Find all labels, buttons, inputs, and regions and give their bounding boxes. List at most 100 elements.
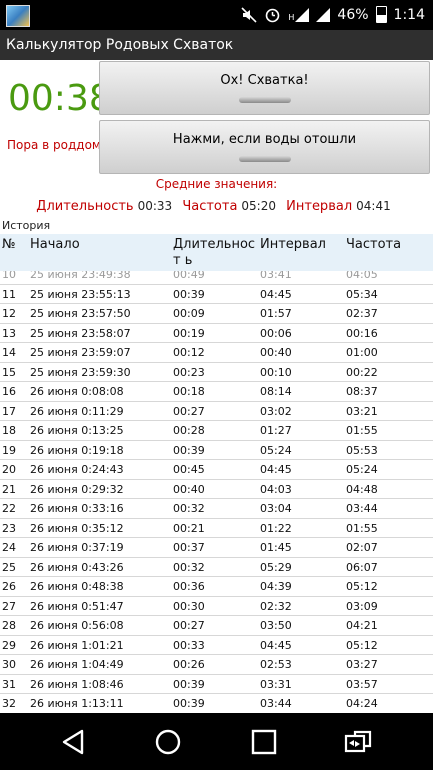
recents-icon[interactable] [249,727,279,757]
avg-frequency-value: 05:20 [241,199,276,213]
status-bar: H 46% 1:14 [0,0,433,30]
row-duration: 00:32 [173,502,205,515]
row-number: 21 [2,482,16,496]
table-row: 17 26 июня 0:11:29 00:27 03:02 03:21 [0,402,433,421]
row-duration: 00:27 [173,404,205,418]
row-start: 26 июня 0:35:12 [30,521,124,535]
row-interval: 02:32 [260,599,292,613]
table-row: 19 26 июня 0:19:18 00:39 05:24 05:53 [0,441,433,460]
row-frequency: 01:55 [346,424,378,437]
row-number: 12 [2,307,16,320]
row-start: 26 июня 0:51:47 [30,599,124,613]
row-interval: 04:45 [260,287,292,301]
row-start: 26 июня 0:29:32 [30,482,124,496]
table-row: 14 25 июня 23:59:07 00:12 00:40 01:00 [0,343,433,363]
row-start: 26 июня 0:48:38 [30,580,124,593]
row-number: 16 [2,385,16,398]
table-row: 31 26 июня 1:08:46 00:39 03:31 03:57 [0,675,433,694]
column-header-duration: Длительност ь [173,237,256,268]
row-start: 26 июня 1:08:46 [30,677,124,691]
row-frequency: 05:53 [346,443,378,457]
row-start: 26 июня 1:01:21 [30,638,124,652]
row-interval: 01:57 [260,307,292,320]
row-duration: 00:23 [173,365,205,379]
row-duration: 00:09 [173,307,205,320]
row-interval: 05:24 [260,443,292,457]
row-number: 30 [2,658,16,671]
row-interval: 00:40 [260,346,292,359]
row-frequency: 04:48 [346,482,378,496]
history-table-body[interactable]: 10 25 июня 23:49:38 00:49 03:41 04:05 11 25 ию… [0,271,433,713]
row-duration: 00:12 [173,346,205,359]
row-frequency: 00:16 [346,326,378,340]
row-start: 26 июня 0:08:08 [30,385,124,398]
table-row: 18 26 июня 0:13:25 00:28 01:27 01:55 [0,421,433,441]
row-start: 25 июня 23:59:30 [30,365,131,379]
row-interval: 03:44 [260,697,292,710]
rotate-icon[interactable] [343,727,373,757]
column-header-frequency: Частота [346,237,402,252]
contraction-button[interactable]: Ох! Схватка! [99,61,430,115]
row-duration: 00:39 [173,287,205,301]
back-icon[interactable] [58,727,88,757]
timer-display: 00:38 [8,78,112,119]
row-duration: 00:39 [173,677,205,691]
mute-icon [241,6,257,23]
table-row: 30 26 июня 1:04:49 00:26 02:53 03:27 [0,655,433,675]
row-duration: 00:45 [173,463,205,476]
row-start: 26 июня 0:11:29 [30,404,124,418]
go-to-hospital-hint: Пора в роддом! [7,138,106,152]
row-start: 26 июня 0:13:25 [30,424,124,437]
status-time: 1:14 [393,6,425,23]
row-interval: 03:41 [260,271,292,281]
row-frequency: 01:55 [346,521,378,535]
table-row: 24 26 июня 0:37:19 00:37 01:45 02:07 [0,538,433,558]
row-interval: 00:10 [260,365,292,379]
row-interval: 04:39 [260,580,292,593]
row-frequency: 04:05 [346,271,378,281]
home-icon[interactable] [153,727,183,757]
row-interval: 01:22 [260,521,292,535]
table-row: 16 26 июня 0:08:08 00:18 08:14 08:37 [0,382,433,402]
row-frequency: 05:24 [346,463,378,476]
avg-frequency-label: Частота [182,199,238,214]
table-row: 25 26 июня 0:43:26 00:32 05:29 06:07 [0,558,433,577]
table-row: 10 25 июня 23:49:38 00:49 03:41 04:05 [0,271,433,285]
row-duration: 00:32 [173,560,205,574]
row-duration: 00:28 [173,424,205,437]
alarm-icon [266,8,280,23]
table-row: 12 25 июня 23:57:50 00:09 01:57 02:37 [0,304,433,324]
row-frequency: 03:57 [346,677,378,691]
table-row: 13 25 июня 23:58:07 00:19 00:06 00:16 [0,324,433,343]
table-row: 29 26 июня 1:01:21 00:33 04:45 05:12 [0,636,433,655]
table-row: 11 25 июня 23:55:13 00:39 04:45 05:34 [0,285,433,304]
app-title-bar: Калькулятор Родовых Схваток [0,30,433,60]
row-duration: 00:18 [173,385,205,398]
row-duration: 00:39 [173,697,205,710]
signal-icon [295,7,310,22]
contraction-button-label: Ох! Схватка! [220,73,309,88]
row-duration: 00:27 [173,619,205,632]
row-start: 26 июня 0:33:16 [30,502,124,515]
table-row: 15 25 июня 23:59:30 00:23 00:10 00:22 [0,363,433,382]
row-frequency: 03:21 [346,404,378,418]
gallery-notification-icon [6,5,30,27]
row-number: 24 [2,541,16,554]
water-broke-button[interactable]: Нажми, если воды отошли [99,120,430,174]
row-interval: 04:03 [260,482,292,496]
history-label: История [2,219,51,232]
row-interval: 00:06 [260,326,292,340]
row-frequency: 04:21 [346,619,378,632]
row-frequency: 03:44 [346,502,378,515]
row-start: 26 июня 0:24:43 [30,463,124,476]
battery-icon [375,6,387,23]
column-header-start: Начало [30,237,80,252]
row-number: 13 [2,326,16,340]
row-interval: 03:31 [260,677,292,691]
row-frequency: 00:22 [346,365,378,379]
row-duration: 00:19 [173,326,205,340]
row-frequency: 03:27 [346,658,378,671]
row-number: 15 [2,365,16,379]
row-number: 25 [2,560,16,574]
contraction-button-indicator [238,97,291,103]
